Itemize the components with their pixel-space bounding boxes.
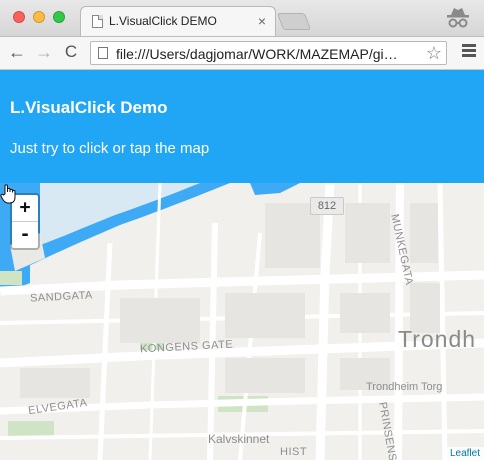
back-button[interactable]: ← [6, 41, 28, 63]
minimize-window-button[interactable] [33, 11, 45, 23]
place-label-trondheim-torg: Trondheim Torg [366, 381, 443, 393]
zoom-out-button[interactable]: - [12, 221, 38, 248]
maximize-window-button[interactable] [53, 11, 65, 23]
place-label-hist: HIST [280, 446, 308, 458]
tab-title: L.VisualClick DEMO [109, 14, 217, 28]
city-label: Trondh [398, 326, 477, 352]
page-header: L.VisualClick Demo Just try to click or … [0, 70, 484, 183]
new-tab-button[interactable] [276, 13, 312, 30]
hand-pointer-icon [0, 184, 16, 204]
menu-icon[interactable] [462, 44, 476, 59]
browser-titlebar: L.VisualClick DEMO × [0, 0, 484, 37]
tab-close-icon[interactable]: × [258, 13, 266, 29]
page-icon [98, 47, 108, 59]
close-window-button[interactable] [13, 11, 25, 23]
address-bar[interactable]: file:///Users/dagjomar/WORK/MAZEMAP/gi… … [90, 41, 447, 65]
leaflet-attribution-link[interactable]: Leaflet [445, 447, 484, 460]
map-tiles [0, 183, 484, 460]
road-number-badge: 812 [310, 197, 344, 215]
browser-tab[interactable]: L.VisualClick DEMO × [80, 6, 276, 36]
reload-button[interactable]: C [60, 41, 82, 63]
place-label-kalvskinnet: Kalvskinnet [208, 432, 270, 446]
favicon-icon [92, 15, 103, 28]
map[interactable]: + - 812 SANDGATA KONGENS GATE ELVEGATA M… [0, 183, 484, 460]
page-subtitle: Just try to click or tap the map [10, 140, 210, 157]
url-text[interactable]: file:///Users/dagjomar/WORK/MAZEMAP/gi… [116, 46, 416, 62]
browser-toolbar: ← → C file:///Users/dagjomar/WORK/MAZEMA… [0, 37, 484, 70]
page-title: L.VisualClick Demo [10, 98, 168, 117]
incognito-icon [447, 8, 469, 28]
bookmark-star-icon[interactable]: ☆ [426, 43, 442, 64]
forward-button[interactable]: → [33, 41, 55, 63]
